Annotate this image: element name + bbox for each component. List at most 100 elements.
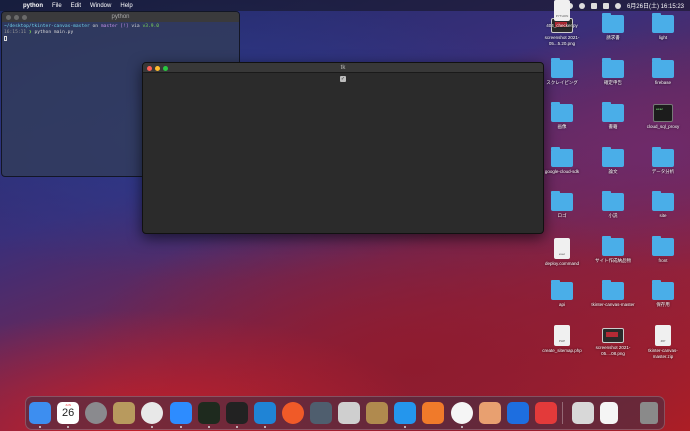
desktop-icon[interactable]: スクレイピング (537, 58, 587, 86)
desktop-icon[interactable]: firebase (638, 58, 688, 86)
preview-icon[interactable] (478, 402, 501, 424)
file-type-tag: PYTHON (555, 14, 569, 18)
running-indicator (67, 426, 70, 428)
calendar-icon[interactable]: 26 (57, 402, 80, 424)
desktop-icon[interactable]: 保存用 (638, 280, 688, 308)
terminal-titlebar[interactable]: python (2, 12, 239, 22)
infinity-icon[interactable] (506, 402, 529, 424)
tk-titlebar[interactable]: tk (143, 63, 543, 73)
file-type-tag: ZIP (660, 339, 666, 343)
tk-checkbox-icon[interactable]: ✓ (340, 76, 346, 82)
folder-icon (652, 58, 674, 78)
desktop-icon[interactable]: light (638, 13, 688, 41)
terminal-title: python (111, 14, 130, 20)
folder-icon (602, 102, 624, 122)
zoom-icon[interactable] (169, 402, 192, 424)
desktop-icon[interactable]: PHP create_sitemap.php (537, 325, 587, 354)
terminal-cursor (4, 36, 7, 41)
desktop-icon[interactable]: サイト作成納品物 (588, 236, 638, 264)
desktop-icon[interactable]: ロゴ (537, 191, 587, 219)
folder-icon (602, 191, 624, 211)
desktop-icon[interactable]: screenshot 2021-05....08.png (588, 325, 638, 356)
tk-window[interactable]: tk ✓ (142, 62, 544, 234)
tk-close-button[interactable] (147, 66, 152, 71)
document-stack-icon[interactable] (600, 402, 618, 424)
command-text: python main.py (34, 30, 74, 35)
dock-separator (562, 402, 563, 424)
folder-icon (652, 236, 674, 256)
menu-clock[interactable]: 6月26日(土) 16:15:23 (627, 1, 684, 10)
network-icon[interactable] (422, 402, 445, 424)
mercury-icon[interactable] (450, 402, 473, 424)
desktop-icon[interactable]: 請求書 (588, 13, 638, 41)
desktop-icon-label: スクレイピング (546, 80, 578, 85)
status-wifi-icon[interactable] (590, 2, 597, 9)
running-indicator (207, 426, 210, 428)
terminal-icon[interactable] (225, 402, 248, 424)
running-indicator (235, 426, 238, 428)
desktop-icon[interactable]: 確定申告 (588, 58, 638, 86)
clock-icon[interactable] (534, 402, 557, 424)
menu-edit[interactable]: Edit (71, 3, 81, 9)
desktop-icon[interactable]: cloud_sql_proxy (638, 104, 688, 130)
desktop-icon[interactable]: 書籍 (588, 102, 638, 130)
desktop-icon[interactable]: 論文 (588, 147, 638, 175)
folder-icon (551, 147, 573, 167)
desktop-icon-label: deploy.command (545, 261, 579, 266)
desktop-icon[interactable]: site (638, 191, 688, 219)
image-file-icon (602, 328, 624, 343)
desktop-icon[interactable]: データ分析 (638, 147, 688, 175)
menu-help[interactable]: Help (120, 3, 132, 9)
git-branch: master (100, 24, 118, 29)
folder-icon (652, 191, 674, 211)
status-search-icon[interactable] (614, 2, 621, 9)
archive-icon[interactable] (113, 402, 136, 424)
safari-icon[interactable] (281, 402, 304, 424)
desktop-icon-label: firebase (654, 80, 671, 85)
folder-icon (551, 191, 573, 211)
terminal-output[interactable]: ~/desktop/tkinter-canvas-master on maste… (2, 22, 239, 45)
folder-icon (551, 58, 573, 78)
docker-icon[interactable] (394, 402, 417, 424)
tk-zoom-button[interactable] (163, 66, 168, 71)
zoom-button[interactable] (22, 15, 27, 20)
desktop-icon-label: 保存用 (656, 302, 670, 307)
desktop-icon[interactable]: front (638, 236, 688, 264)
tk-title: tk (340, 64, 346, 71)
running-indicator (404, 426, 407, 428)
prompt-arrow-icon: ❯ (28, 30, 32, 35)
desktop-icon[interactable]: google-cloud-sdk (537, 147, 587, 175)
activity-monitor-icon[interactable] (197, 402, 220, 424)
finder-icon[interactable] (29, 402, 51, 424)
desktop-icon-label: screenshot 2021-05....08.png (595, 345, 631, 356)
close-button[interactable] (6, 15, 11, 20)
chrome-icon[interactable] (141, 402, 164, 424)
desktop-icon[interactable]: 画像 (537, 102, 587, 130)
folder-icon (551, 102, 573, 122)
vscode-icon[interactable] (253, 402, 276, 424)
trash-icon[interactable] (640, 402, 658, 424)
tk-minimize-button[interactable] (155, 66, 160, 71)
desktop-icon-label: create_sitemap.php (542, 348, 582, 353)
minimize-button[interactable] (14, 15, 19, 20)
desktop-icon[interactable]: PYTHON 404_checker.py (537, 0, 587, 29)
status-battery-icon[interactable] (602, 2, 609, 9)
running-indicator (263, 426, 266, 428)
folder-icon (652, 13, 674, 33)
desktop-icon-label: ロゴ (557, 213, 567, 218)
desktop-icon[interactable]: exec deploy.command (537, 238, 587, 267)
menu-window[interactable]: Window (90, 3, 111, 9)
desktop-icon[interactable]: tkinter-canvas-master (588, 280, 638, 308)
quicktime-icon[interactable] (310, 402, 332, 424)
photo-app-icon[interactable] (366, 402, 389, 424)
file-icon: PHP (554, 325, 570, 346)
menu-file[interactable]: File (52, 3, 62, 9)
downloads-stack-icon[interactable] (572, 402, 594, 424)
system-preferences-icon[interactable] (85, 402, 108, 424)
desktop-icon[interactable]: ZIP tkinter-canvas-master.zip (638, 325, 688, 359)
desktop-icon[interactable]: 小説 (588, 191, 638, 219)
menu-app-name[interactable]: python (23, 3, 43, 9)
desktop-icon-label: 請求書 (606, 35, 620, 40)
desktop-icon[interactable]: api (537, 280, 587, 308)
db-icon[interactable] (338, 402, 361, 424)
